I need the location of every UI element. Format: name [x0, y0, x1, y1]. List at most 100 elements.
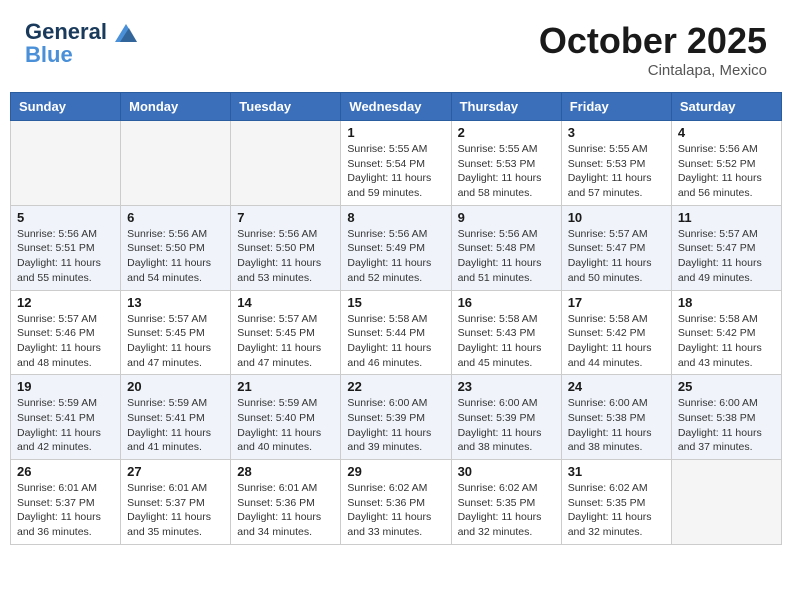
day-number: 29 — [347, 464, 444, 479]
day-info: Sunrise: 5:57 AM Sunset: 5:45 PM Dayligh… — [127, 312, 224, 371]
day-number: 12 — [17, 295, 114, 310]
day-number: 14 — [237, 295, 334, 310]
day-number: 28 — [237, 464, 334, 479]
day-info: Sunrise: 6:02 AM Sunset: 5:35 PM Dayligh… — [458, 481, 555, 540]
day-info: Sunrise: 5:56 AM Sunset: 5:48 PM Dayligh… — [458, 227, 555, 286]
day-info: Sunrise: 5:57 AM Sunset: 5:47 PM Dayligh… — [678, 227, 775, 286]
day-info: Sunrise: 6:01 AM Sunset: 5:37 PM Dayligh… — [17, 481, 114, 540]
day-number: 19 — [17, 379, 114, 394]
day-number: 7 — [237, 210, 334, 225]
table-row: 3Sunrise: 5:55 AM Sunset: 5:53 PM Daylig… — [561, 121, 671, 206]
day-number: 25 — [678, 379, 775, 394]
table-row: 26 Sunrise: 6:01 AM Sunset: 5:37 PM Dayli… — [11, 460, 121, 545]
day-number: 5 — [17, 210, 114, 225]
day-info: Sunrise: 5:56 AM Sunset: 5:52 PM Dayligh… — [678, 142, 775, 201]
day-info: Sunrise: 5:58 AM Sunset: 5:42 PM Dayligh… — [678, 312, 775, 371]
day-info: Sunrise: 5:57 AM Sunset: 5:47 PM Dayligh… — [568, 227, 665, 286]
day-number: 21 — [237, 379, 334, 394]
calendar-table: Sunday Monday Tuesday Wednesday Thursday… — [10, 92, 782, 545]
table-row: 13Sunrise: 5:57 AM Sunset: 5:45 PM Dayli… — [121, 290, 231, 375]
header-thursday: Thursday — [451, 93, 561, 121]
calendar-week-row: 5 Sunrise: 5:56 AM Sunset: 5:51 PM Daylig… — [11, 205, 782, 290]
day-number: 3 — [568, 125, 665, 140]
day-number: 26 — [17, 464, 114, 479]
table-row: 4 Sunrise: 5:56 AM Sunset: 5:52 PM Daylig… — [671, 121, 781, 206]
table-row: 10 Sunrise: 5:57 AM Sunset: 5:47 PM Dayli… — [561, 205, 671, 290]
table-row: 17 Sunrise: 5:58 AM Sunset: 5:42 PM Dayli… — [561, 290, 671, 375]
header-wednesday: Wednesday — [341, 93, 451, 121]
day-number: 31 — [568, 464, 665, 479]
day-info: Sunrise: 6:01 AM Sunset: 5:37 PM Dayligh… — [127, 481, 224, 540]
table-row: 18Sunrise: 5:58 AM Sunset: 5:42 PM Dayli… — [671, 290, 781, 375]
day-info: Sunrise: 5:56 AM Sunset: 5:50 PM Dayligh… — [127, 227, 224, 286]
table-row — [671, 460, 781, 545]
logo-blue: Blue — [25, 44, 137, 66]
location: Cintalapa, Mexico — [539, 62, 767, 79]
day-info: Sunrise: 5:55 AM Sunset: 5:54 PM Dayligh… — [347, 142, 444, 201]
logo: General Blue — [25, 20, 137, 66]
table-row: 9 Sunrise: 5:56 AM Sunset: 5:48 PM Daylig… — [451, 205, 561, 290]
day-info: Sunrise: 5:59 AM Sunset: 5:40 PM Dayligh… — [237, 396, 334, 455]
logo-text: General — [25, 20, 137, 44]
day-info: Sunrise: 6:00 AM Sunset: 5:38 PM Dayligh… — [678, 396, 775, 455]
day-number: 17 — [568, 295, 665, 310]
table-row: 14 Sunrise: 5:57 AM Sunset: 5:45 PM Dayli… — [231, 290, 341, 375]
calendar-header-row: Sunday Monday Tuesday Wednesday Thursday… — [11, 93, 782, 121]
table-row: 11 Sunrise: 5:57 AM Sunset: 5:47 PM Dayli… — [671, 205, 781, 290]
day-info: Sunrise: 6:02 AM Sunset: 5:35 PM Dayligh… — [568, 481, 665, 540]
header-monday: Monday — [121, 93, 231, 121]
day-number: 6 — [127, 210, 224, 225]
day-number: 30 — [458, 464, 555, 479]
table-row: 31 Sunrise: 6:02 AM Sunset: 5:35 PM Dayli… — [561, 460, 671, 545]
table-row: 28 Sunrise: 6:01 AM Sunset: 5:36 PM Dayli… — [231, 460, 341, 545]
table-row — [11, 121, 121, 206]
table-row: 25 Sunrise: 6:00 AM Sunset: 5:38 PM Dayli… — [671, 375, 781, 460]
day-info: Sunrise: 6:02 AM Sunset: 5:36 PM Dayligh… — [347, 481, 444, 540]
day-number: 8 — [347, 210, 444, 225]
table-row: 2Sunrise: 5:55 AM Sunset: 5:53 PM Daylig… — [451, 121, 561, 206]
header-sunday: Sunday — [11, 93, 121, 121]
day-info: Sunrise: 6:00 AM Sunset: 5:39 PM Dayligh… — [347, 396, 444, 455]
day-info: Sunrise: 5:58 AM Sunset: 5:43 PM Dayligh… — [458, 312, 555, 371]
day-number: 23 — [458, 379, 555, 394]
header-friday: Friday — [561, 93, 671, 121]
day-info: Sunrise: 6:00 AM Sunset: 5:38 PM Dayligh… — [568, 396, 665, 455]
table-row: 19 Sunrise: 5:59 AM Sunset: 5:41 PM Dayli… — [11, 375, 121, 460]
table-row: 5 Sunrise: 5:56 AM Sunset: 5:51 PM Daylig… — [11, 205, 121, 290]
header-saturday: Saturday — [671, 93, 781, 121]
day-number: 9 — [458, 210, 555, 225]
table-row: 12 Sunrise: 5:57 AM Sunset: 5:46 PM Dayli… — [11, 290, 121, 375]
day-info: Sunrise: 6:01 AM Sunset: 5:36 PM Dayligh… — [237, 481, 334, 540]
day-info: Sunrise: 5:58 AM Sunset: 5:42 PM Dayligh… — [568, 312, 665, 371]
day-info: Sunrise: 5:59 AM Sunset: 5:41 PM Dayligh… — [127, 396, 224, 455]
day-number: 1 — [347, 125, 444, 140]
day-info: Sunrise: 5:56 AM Sunset: 5:50 PM Dayligh… — [237, 227, 334, 286]
table-row: 21 Sunrise: 5:59 AM Sunset: 5:40 PM Dayli… — [231, 375, 341, 460]
table-row: 6 Sunrise: 5:56 AM Sunset: 5:50 PM Daylig… — [121, 205, 231, 290]
day-number: 4 — [678, 125, 775, 140]
day-info: Sunrise: 5:56 AM Sunset: 5:51 PM Dayligh… — [17, 227, 114, 286]
day-info: Sunrise: 5:57 AM Sunset: 5:46 PM Dayligh… — [17, 312, 114, 371]
day-info: Sunrise: 5:59 AM Sunset: 5:41 PM Dayligh… — [17, 396, 114, 455]
table-row: 24 Sunrise: 6:00 AM Sunset: 5:38 PM Dayli… — [561, 375, 671, 460]
day-number: 24 — [568, 379, 665, 394]
calendar-week-row: 1 Sunrise: 5:55 AM Sunset: 5:54 PM Daylig… — [11, 121, 782, 206]
table-row — [121, 121, 231, 206]
header-tuesday: Tuesday — [231, 93, 341, 121]
day-info: Sunrise: 5:57 AM Sunset: 5:45 PM Dayligh… — [237, 312, 334, 371]
table-row: 1 Sunrise: 5:55 AM Sunset: 5:54 PM Daylig… — [341, 121, 451, 206]
table-row: 27 Sunrise: 6:01 AM Sunset: 5:37 PM Dayli… — [121, 460, 231, 545]
day-number: 11 — [678, 210, 775, 225]
table-row: 23Sunrise: 6:00 AM Sunset: 5:39 PM Dayli… — [451, 375, 561, 460]
day-info: Sunrise: 5:56 AM Sunset: 5:49 PM Dayligh… — [347, 227, 444, 286]
day-number: 10 — [568, 210, 665, 225]
page-header: General Blue October 2025 Cintalapa, Mex… — [10, 10, 782, 84]
table-row: 30 Sunrise: 6:02 AM Sunset: 5:35 PM Dayli… — [451, 460, 561, 545]
table-row: 16 Sunrise: 5:58 AM Sunset: 5:43 PM Dayli… — [451, 290, 561, 375]
day-number: 15 — [347, 295, 444, 310]
day-number: 27 — [127, 464, 224, 479]
day-number: 16 — [458, 295, 555, 310]
calendar-week-row: 12 Sunrise: 5:57 AM Sunset: 5:46 PM Dayli… — [11, 290, 782, 375]
day-number: 2 — [458, 125, 555, 140]
day-info: Sunrise: 5:58 AM Sunset: 5:44 PM Dayligh… — [347, 312, 444, 371]
